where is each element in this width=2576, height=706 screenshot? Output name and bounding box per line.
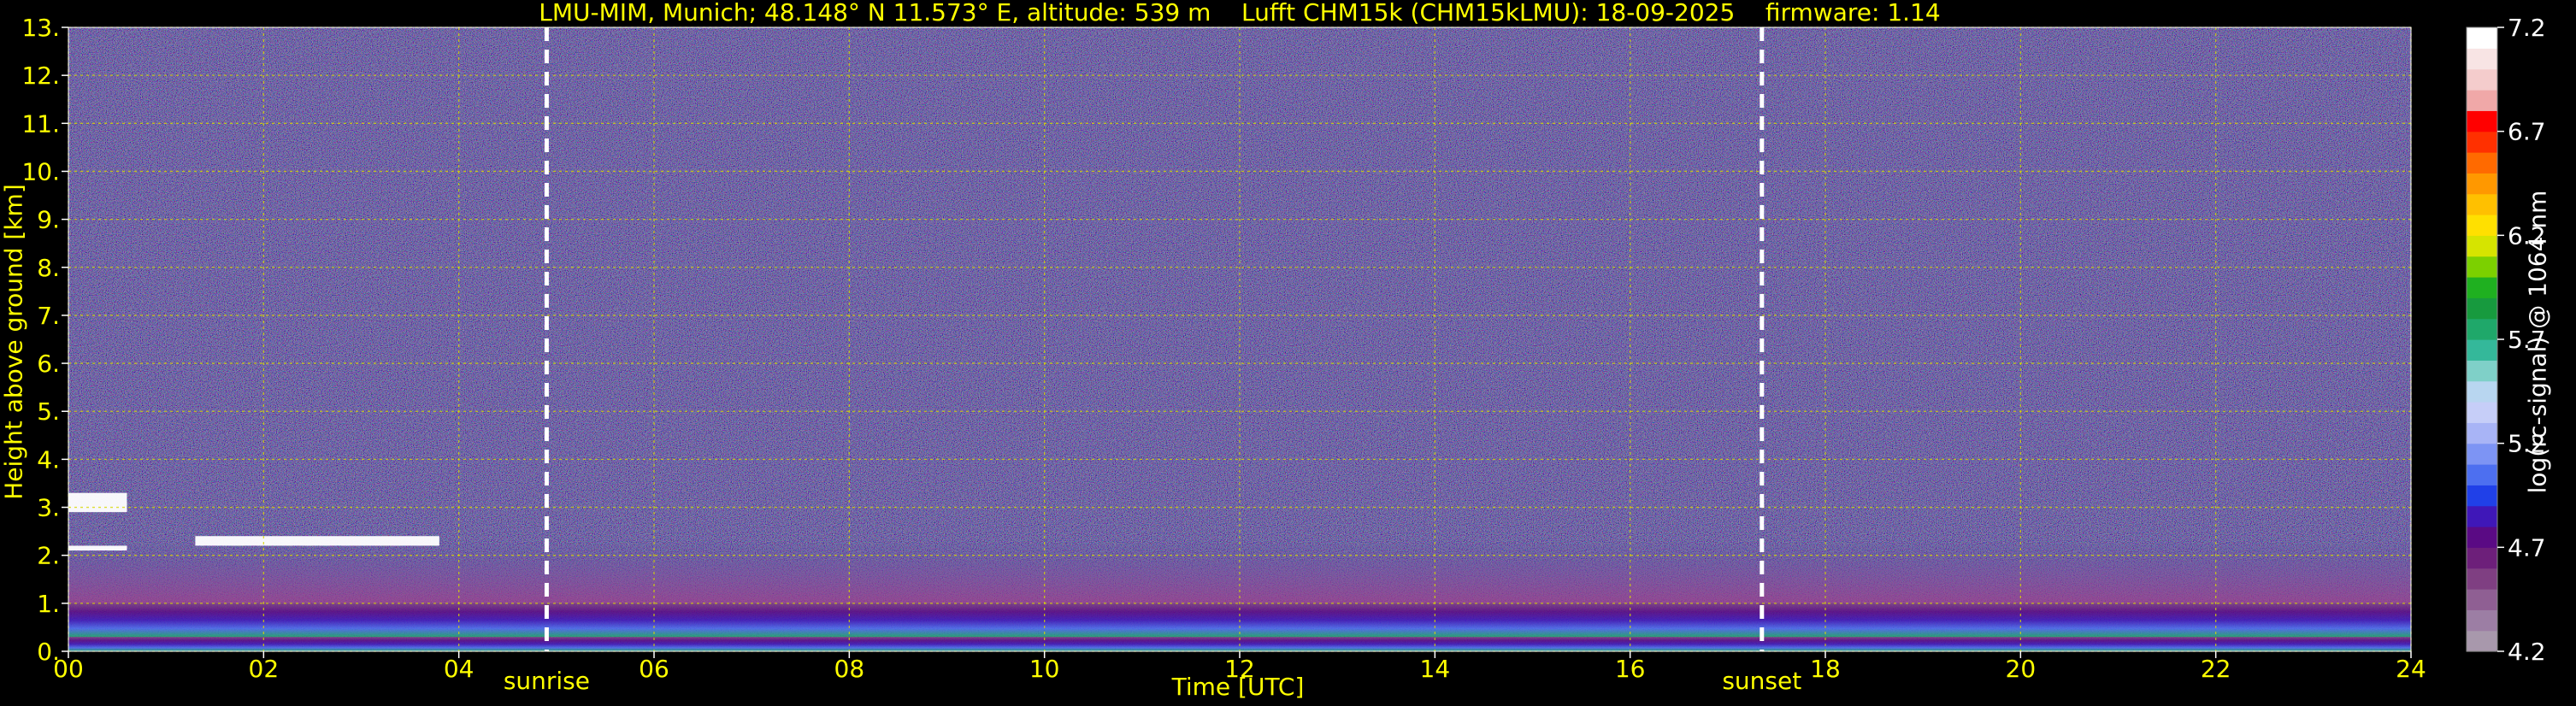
colorbar-segment [2467,90,2497,111]
y-tick-label: 8. [37,254,60,282]
x-tick-label: 22 [2201,655,2231,683]
layer-cloud-5 [195,536,439,546]
x-tick-label: 08 [834,655,865,683]
colorbar-tick-label: 7.2 [2508,14,2546,42]
colorbar-segment [2467,547,2497,569]
x-tick-label: 12 [1224,655,1255,683]
colorbar-tick-label: 5.2 [2508,430,2546,458]
y-tick-label: 9. [37,206,60,234]
colorbar-segment [2467,152,2497,174]
colorbar-segment [2467,193,2497,215]
x-tick-label: 04 [444,655,475,683]
sunset-label: sunset [1722,667,1801,695]
y-tick-label: 11. [21,109,60,138]
layer-cloud-3 [68,492,127,513]
colorbar-segment [2467,360,2497,382]
colorbar-segment [2467,527,2497,548]
x-tick-label: 10 [1029,655,1060,683]
colorbar-segment [2467,589,2497,610]
y-tick-label: 13. [21,14,60,42]
backscatter-plot: sunrise sunset 00 02 04 06 08 10 12 14 16 18 20 22 24… [21,14,2546,695]
x-tick-label: 18 [1810,655,1841,683]
colorbar-segment [2467,256,2497,278]
colorbar-segment [2467,235,2497,257]
colorbar-segment [2467,48,2497,70]
y-tick-label: 7. [37,302,60,330]
colorbar-segment [2467,485,2497,507]
colorbar-segment [2467,630,2497,652]
layer-cloud-4 [68,545,127,551]
colorbar-segment [2467,464,2497,485]
y-tick-label: 4. [37,445,60,474]
colorbar-segment [2467,297,2497,320]
colorbar-tick-label: 4.7 [2508,533,2546,562]
x-tick-label: 06 [639,655,669,683]
colorbar-tick-label: 6.2 [2508,221,2546,250]
x-tick-label: 14 [1420,655,1451,683]
colorbar-segment [2467,68,2497,91]
colorbar-segment [2467,380,2497,403]
y-tick-label: 5. [37,397,60,426]
colorbar-segment [2467,131,2497,153]
x-tick-label: 24 [2396,655,2426,683]
colorbar-segment [2467,443,2497,465]
colorbar-tick-label: 6.7 [2508,118,2546,146]
y-tick-label: 0. [37,638,60,666]
y-tick-label: 12. [21,62,60,90]
y-tick-label: 2. [37,542,60,570]
colorbar-segment [2467,568,2497,590]
y-tick-label: 6. [37,350,60,378]
x-tick-label: 16 [1615,655,1646,683]
colorbar-segment [2467,609,2497,632]
x-ticks: 00 02 04 06 08 10 12 14 16 18 20 22 24 [53,651,2426,683]
colorbar-segment [2467,318,2497,340]
colorbar-segment [2467,402,2497,423]
y-ticks: 0. 1. 2. 3. 4. 5. 6. 7. 8. 9. 10. 11. 12. 13. [21,14,68,666]
colorbar-segment [2467,339,2497,361]
colorbar-tick-label: 4.2 [2508,638,2546,666]
colorbar-segment [2467,505,2497,527]
y-tick-label: 3. [37,494,60,522]
colorbar-segment [2467,215,2497,236]
x-tick-label: 20 [2006,655,2037,683]
y-tick-label: 1. [37,590,60,618]
sunrise-label: sunrise [504,667,590,695]
y-tick-label: 10. [21,157,60,185]
colorbar-segment [2467,173,2497,195]
ceilometer-figure: LMU-MIM, Munich; 48.148° N 11.573° E, al… [0,0,2576,706]
colorbar-tick-label: 5.7 [2508,326,2546,354]
colorbar-segment [2467,27,2497,49]
colorbar: 4.2 4.7 5.2 5.7 6.2 6.7 7.2 [2466,14,2546,666]
x-tick-label: 02 [249,655,280,683]
colorbar-segment [2467,422,2497,444]
colorbar-segment [2467,110,2497,132]
colorbar-segment [2467,277,2497,298]
